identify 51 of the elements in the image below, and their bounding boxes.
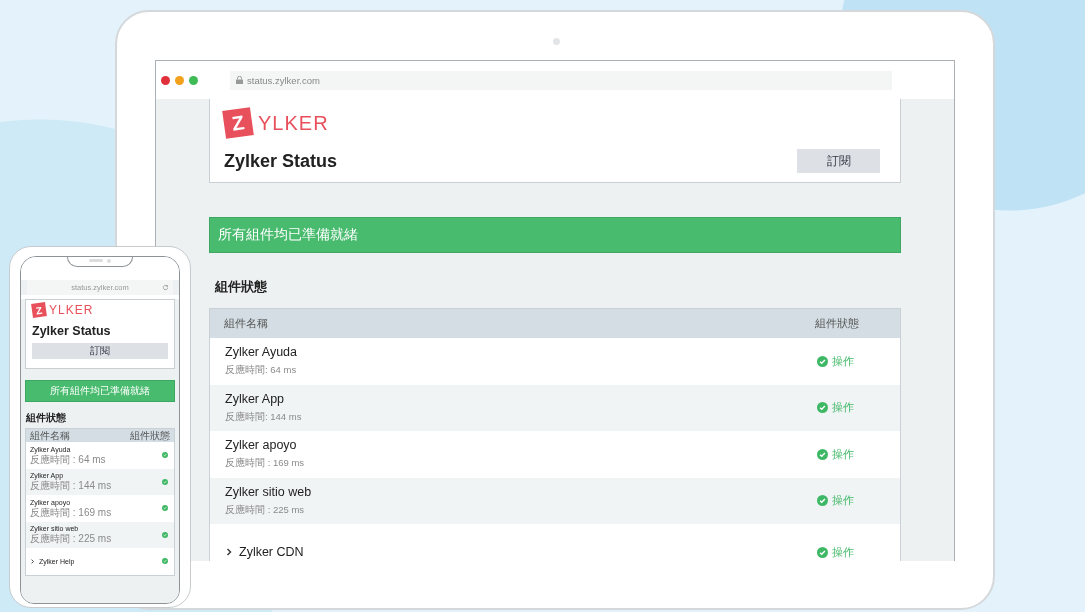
response-time: 反應時間 : 169 ms [225, 457, 305, 471]
subscribe-button[interactable]: 訂閱 [797, 149, 880, 173]
component-name: Zylker sitio web [225, 484, 312, 499]
check-circle-icon [817, 402, 828, 414]
lock-icon [236, 76, 243, 84]
logo-mark: Z [31, 302, 47, 318]
column-header: 組件狀態 [815, 316, 859, 331]
chevron-icon[interactable] [30, 558, 35, 564]
check-circle-icon [162, 478, 168, 485]
check-circle-icon [162, 452, 168, 459]
status-banner: 所有組件均已準備就緒 [25, 380, 175, 402]
response-time: 反應時間 : 64 ms [30, 453, 106, 465]
logo-mark: Z [222, 107, 254, 139]
section-title: 組件狀態 [215, 278, 268, 296]
chevron-icon[interactable] [225, 548, 233, 556]
check-circle-icon [162, 505, 168, 512]
page-title: Zylker Status [224, 150, 338, 172]
check-circle-icon [817, 448, 828, 460]
check-circle-icon [817, 355, 828, 367]
section-title: 組件狀態 [26, 411, 67, 425]
logo-text: YLKER [49, 303, 94, 317]
logo-text: YLKER [258, 111, 329, 135]
maximize-window-icon[interactable] [189, 75, 198, 85]
url-text: status.zylker.com [247, 74, 320, 86]
component-name: Zylker Ayuda [225, 345, 298, 360]
response-time: 反應時間: 64 ms [225, 364, 298, 378]
status-label: 操作 [832, 493, 854, 509]
camera-icon [553, 38, 560, 45]
close-window-icon[interactable] [161, 75, 170, 85]
response-time: 反應時間 : 225 ms [225, 503, 306, 517]
status-label: 操作 [832, 544, 854, 560]
page-title: Zylker Status [32, 324, 112, 338]
column-header: 組件名稱 [30, 430, 70, 441]
component-group-name[interactable]: Zylker CDN [239, 545, 304, 559]
response-time: 反應時間 : 144 ms [30, 480, 112, 492]
status-label: 操作 [832, 400, 854, 416]
response-time: 反應時間 : 169 ms [30, 506, 112, 518]
subscribe-button[interactable]: 訂閱 [32, 343, 168, 359]
component-name: Zylker apoyo [225, 438, 298, 453]
column-header: 組件狀態 [130, 430, 170, 441]
component-name: Zylker App [225, 391, 286, 406]
response-time: 反應時間 : 225 ms [30, 533, 112, 545]
check-circle-icon [817, 546, 828, 558]
check-circle-icon [162, 531, 168, 538]
status-label: 操作 [832, 446, 854, 462]
status-banner: 所有組件均已準備就緒 [209, 217, 901, 253]
column-header: 組件名稱 [224, 316, 268, 331]
response-time: 反應時間: 144 ms [225, 410, 302, 424]
status-label: 操作 [832, 353, 854, 369]
check-circle-icon [162, 558, 168, 565]
check-circle-icon [817, 495, 828, 507]
